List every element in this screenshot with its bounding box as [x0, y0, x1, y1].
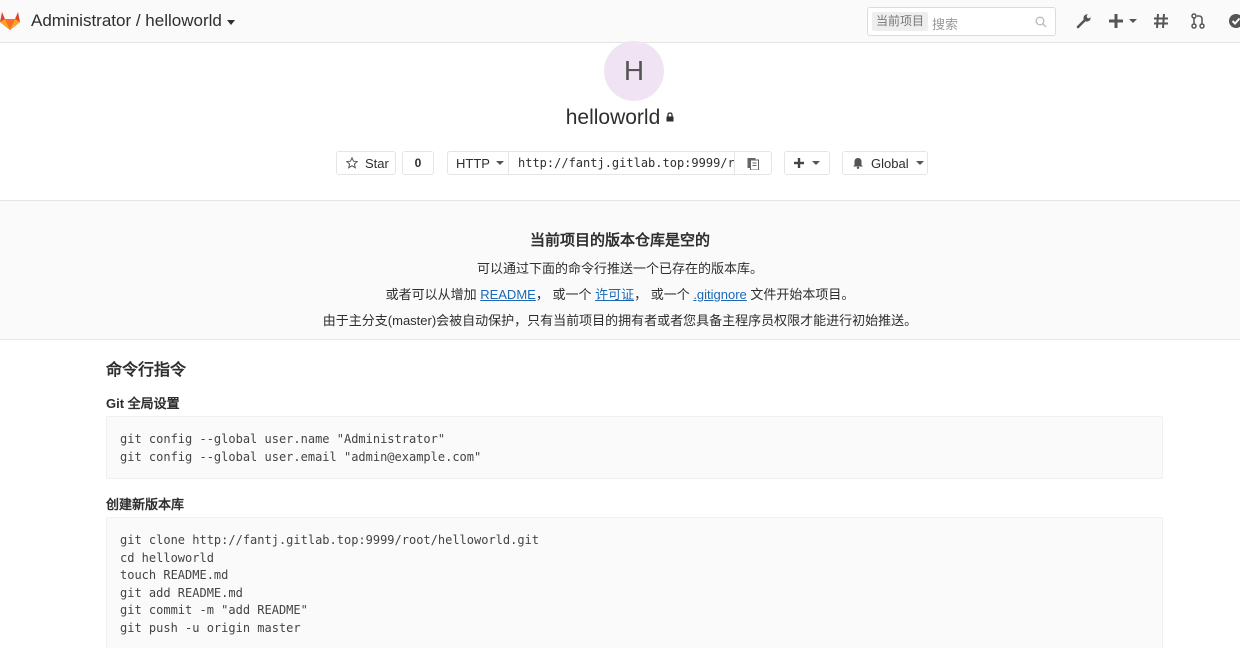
todo-check-icon: [1229, 14, 1240, 28]
line2-text-mid2: ， 或一个: [634, 287, 694, 302]
add-file-dropdown[interactable]: [784, 151, 830, 175]
line2-text-post: 文件开始本项目。: [746, 287, 855, 302]
plus-icon: [1109, 14, 1123, 28]
code-line: git add README.md: [120, 585, 243, 600]
clipboard-icon: [747, 157, 759, 170]
global-setup-code: git config --global user.name "Administr…: [106, 416, 1163, 479]
line2-text-mid1: ， 或一个: [535, 287, 596, 302]
lock-icon: [666, 112, 674, 122]
readme-link[interactable]: README: [480, 287, 536, 302]
chevron-down-icon: [226, 20, 235, 25]
search-icon: [1035, 16, 1047, 28]
plus-icon: [794, 158, 804, 168]
line2-text-pre: 或者可以从增加: [385, 287, 481, 302]
new-repo-title: 创建新版本库: [106, 497, 185, 512]
clone-protocol-dropdown[interactable]: HTTP: [447, 151, 509, 175]
gitlab-logo-icon[interactable]: [0, 8, 22, 32]
code-line: git clone http://fantj.gitlab.top:9999/r…: [120, 533, 540, 547]
search-input[interactable]: 当前项目 搜索: [867, 7, 1056, 36]
chevron-down-icon: [495, 161, 504, 165]
star-icon: [346, 157, 358, 169]
new-dropdown-button[interactable]: [1109, 11, 1137, 31]
clone-protocol-label: HTTP: [456, 155, 490, 171]
copy-url-button[interactable]: [734, 151, 772, 175]
search-placeholder: 搜索: [932, 17, 959, 32]
empty-repo-notice: 当前项目的版本仓库是空的 可以通过下面的命令行推送一个已存在的版本库。 或者可以…: [0, 200, 1240, 340]
code-line: git config --global user.email "admin@ex…: [120, 449, 482, 464]
project-breadcrumb[interactable]: Administrator / helloworld: [31, 11, 235, 31]
admin-area-button[interactable]: [1075, 11, 1093, 31]
global-setup-title: Git 全局设置: [106, 396, 180, 411]
code-line: git push -u origin master: [120, 620, 301, 635]
empty-repo-heading: 当前项目的版本仓库是空的: [529, 232, 710, 249]
merge-request-icon: [1191, 13, 1205, 29]
breadcrumb-text: Administrator / helloworld: [31, 11, 222, 30]
code-line: touch README.md: [120, 568, 229, 583]
top-navbar: Administrator / helloworld 当前项目 搜索: [0, 0, 1240, 43]
star-count[interactable]: 0: [402, 151, 434, 175]
wrench-icon: [1076, 14, 1091, 29]
chevron-down-icon: [1129, 19, 1137, 23]
notification-label: Global: [871, 155, 909, 171]
empty-repo-line1: 可以通过下面的命令行推送一个已存在的版本库。: [476, 261, 763, 276]
todos-button[interactable]: [1228, 11, 1240, 31]
merge-requests-button[interactable]: [1190, 11, 1206, 31]
code-line: git commit -m "add README": [120, 603, 308, 618]
empty-repo-line3: 由于主分支(master)会被自动保护，只有当前项目的拥有者或者您具备主程序员权…: [322, 313, 918, 328]
project-avatar: H: [604, 41, 664, 101]
project-title: helloworld: [0, 106, 1240, 130]
instructions-title: 命令行指令: [106, 362, 187, 379]
project-name: helloworld: [565, 106, 661, 129]
chevron-down-icon: [915, 161, 924, 165]
bell-icon: [853, 158, 863, 169]
issues-button[interactable]: [1153, 11, 1169, 31]
notification-dropdown[interactable]: Global: [842, 151, 928, 175]
license-link[interactable]: 许可证: [595, 287, 634, 302]
code-line: cd helloworld: [120, 550, 214, 565]
hash-icon: [1154, 13, 1168, 29]
clone-url-input[interactable]: http://fantj.gitlab.top:9999/root/hellow…: [508, 151, 735, 175]
chevron-down-icon: [812, 161, 820, 165]
star-button[interactable]: Star: [336, 151, 396, 175]
new-repo-code: git clone http://fantj.gitlab.top:9999/r…: [106, 517, 1163, 648]
empty-repo-line2: 或者可以从增加 README， 或一个 许可证， 或一个 .gitignore …: [0, 284, 1240, 303]
star-label: Star: [365, 155, 389, 171]
search-scope-badge[interactable]: 当前项目: [872, 12, 929, 31]
gitignore-link[interactable]: .gitignore: [693, 287, 746, 302]
code-line: git config --global user.name "Administr…: [120, 432, 446, 446]
